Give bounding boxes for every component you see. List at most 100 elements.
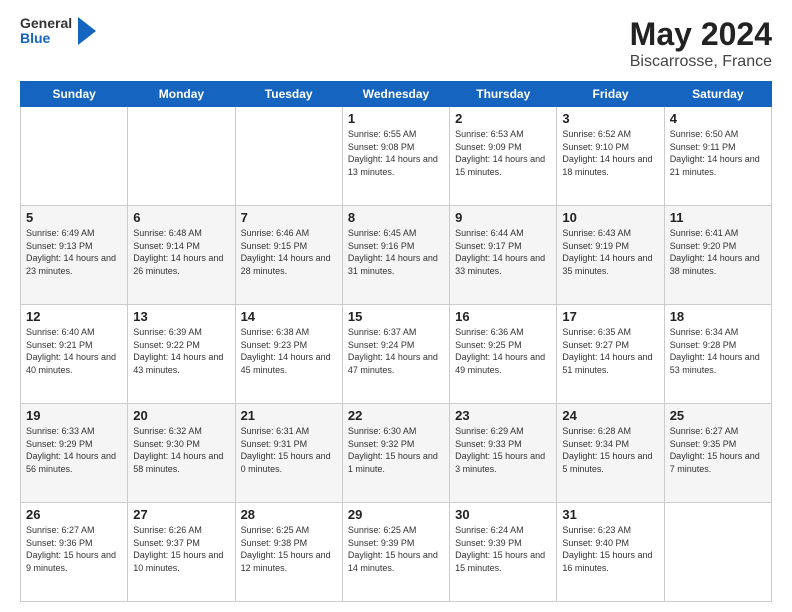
day-info: Sunrise: 6:26 AM Sunset: 9:37 PM Dayligh…: [133, 524, 229, 574]
day-info: Sunrise: 6:48 AM Sunset: 9:14 PM Dayligh…: [133, 227, 229, 277]
calendar-cell-3-6: 25 Sunrise: 6:27 AM Sunset: 9:35 PM Dayli…: [664, 404, 771, 503]
day-number: 11: [670, 210, 766, 225]
header: General Blue May 2024 Biscarrosse, Franc…: [20, 16, 772, 71]
day-number: 5: [26, 210, 122, 225]
day-number: 23: [455, 408, 551, 423]
day-info: Sunrise: 6:49 AM Sunset: 9:13 PM Dayligh…: [26, 227, 122, 277]
calendar-cell-0-0: [21, 107, 128, 206]
calendar-title: May 2024: [630, 16, 772, 53]
day-number: 21: [241, 408, 337, 423]
calendar-cell-4-4: 30 Sunrise: 6:24 AM Sunset: 9:39 PM Dayli…: [450, 503, 557, 602]
day-info: Sunrise: 6:44 AM Sunset: 9:17 PM Dayligh…: [455, 227, 551, 277]
week-row-2: 12Sunrise: 6:40 AM Sunset: 9:21 PM Dayli…: [21, 305, 772, 404]
calendar-cell-4-0: 26 Sunrise: 6:27 AM Sunset: 9:36 PM Dayli…: [21, 503, 128, 602]
calendar-cell-1-1: 6 Sunrise: 6:48 AM Sunset: 9:14 PM Daylig…: [128, 206, 235, 305]
calendar-cell-3-4: 23 Sunrise: 6:29 AM Sunset: 9:33 PM Dayli…: [450, 404, 557, 503]
logo-arrow-icon: [78, 17, 96, 45]
day-info: Sunrise: 6:45 AM Sunset: 9:16 PM Dayligh…: [348, 227, 444, 277]
calendar-cell-0-5: 3Sunrise: 6:52 AM Sunset: 9:10 PM Daylig…: [557, 107, 664, 206]
calendar-cell-4-6: [664, 503, 771, 602]
calendar-cell-2-6: 18Sunrise: 6:34 AM Sunset: 9:28 PM Dayli…: [664, 305, 771, 404]
calendar-cell-1-5: 10Sunrise: 6:43 AM Sunset: 9:19 PM Dayli…: [557, 206, 664, 305]
col-friday: Friday: [557, 82, 664, 107]
col-tuesday: Tuesday: [235, 82, 342, 107]
day-number: 30: [455, 507, 551, 522]
day-info: Sunrise: 6:41 AM Sunset: 9:20 PM Dayligh…: [670, 227, 766, 277]
day-number: 13: [133, 309, 229, 324]
week-row-4: 26 Sunrise: 6:27 AM Sunset: 9:36 PM Dayli…: [21, 503, 772, 602]
day-number: 6: [133, 210, 229, 225]
calendar-cell-3-3: 22 Sunrise: 6:30 AM Sunset: 9:32 PM Dayli…: [342, 404, 449, 503]
week-row-3: 19 Sunrise: 6:33 AM Sunset: 9:29 PM Dayli…: [21, 404, 772, 503]
calendar-cell-4-2: 28 Sunrise: 6:25 AM Sunset: 9:38 PM Dayli…: [235, 503, 342, 602]
day-number: 7: [241, 210, 337, 225]
calendar-cell-1-6: 11 Sunrise: 6:41 AM Sunset: 9:20 PM Dayli…: [664, 206, 771, 305]
calendar-cell-2-5: 17 Sunrise: 6:35 AM Sunset: 9:27 PM Dayli…: [557, 305, 664, 404]
calendar-cell-4-1: 27Sunrise: 6:26 AM Sunset: 9:37 PM Dayli…: [128, 503, 235, 602]
col-monday: Monday: [128, 82, 235, 107]
day-info: Sunrise: 6:39 AM Sunset: 9:22 PM Dayligh…: [133, 326, 229, 376]
col-sunday: Sunday: [21, 82, 128, 107]
calendar-cell-0-1: [128, 107, 235, 206]
day-info: Sunrise: 6:27 AM Sunset: 9:36 PM Dayligh…: [26, 524, 122, 574]
week-row-0: 1 Sunrise: 6:55 AM Sunset: 9:08 PM Daylig…: [21, 107, 772, 206]
day-number: 20: [133, 408, 229, 423]
day-number: 26: [26, 507, 122, 522]
day-info: Sunrise: 6:35 AM Sunset: 9:27 PM Dayligh…: [562, 326, 658, 376]
day-number: 1: [348, 111, 444, 126]
calendar-cell-0-3: 1 Sunrise: 6:55 AM Sunset: 9:08 PM Daylig…: [342, 107, 449, 206]
day-info: Sunrise: 6:55 AM Sunset: 9:08 PM Dayligh…: [348, 128, 444, 178]
day-info: Sunrise: 6:53 AM Sunset: 9:09 PM Dayligh…: [455, 128, 551, 178]
calendar-cell-0-2: [235, 107, 342, 206]
day-info: Sunrise: 6:46 AM Sunset: 9:15 PM Dayligh…: [241, 227, 337, 277]
day-info: Sunrise: 6:34 AM Sunset: 9:28 PM Dayligh…: [670, 326, 766, 376]
calendar-cell-3-5: 24 Sunrise: 6:28 AM Sunset: 9:34 PM Dayli…: [557, 404, 664, 503]
logo-blue: Blue: [20, 31, 72, 46]
day-info: Sunrise: 6:24 AM Sunset: 9:39 PM Dayligh…: [455, 524, 551, 574]
calendar-subtitle: Biscarrosse, France: [630, 53, 772, 71]
day-number: 25: [670, 408, 766, 423]
day-info: Sunrise: 6:37 AM Sunset: 9:24 PM Dayligh…: [348, 326, 444, 376]
calendar-cell-1-3: 8Sunrise: 6:45 AM Sunset: 9:16 PM Daylig…: [342, 206, 449, 305]
calendar-cell-2-1: 13 Sunrise: 6:39 AM Sunset: 9:22 PM Dayli…: [128, 305, 235, 404]
day-number: 2: [455, 111, 551, 126]
calendar-cell-1-4: 9 Sunrise: 6:44 AM Sunset: 9:17 PM Daylig…: [450, 206, 557, 305]
day-info: Sunrise: 6:33 AM Sunset: 9:29 PM Dayligh…: [26, 425, 122, 475]
day-number: 14: [241, 309, 337, 324]
day-info: Sunrise: 6:36 AM Sunset: 9:25 PM Dayligh…: [455, 326, 551, 376]
day-info: Sunrise: 6:40 AM Sunset: 9:21 PM Dayligh…: [26, 326, 122, 376]
day-info: Sunrise: 6:29 AM Sunset: 9:33 PM Dayligh…: [455, 425, 551, 475]
week-row-1: 5 Sunrise: 6:49 AM Sunset: 9:13 PM Daylig…: [21, 206, 772, 305]
day-info: Sunrise: 6:27 AM Sunset: 9:35 PM Dayligh…: [670, 425, 766, 475]
calendar-cell-3-1: 20Sunrise: 6:32 AM Sunset: 9:30 PM Dayli…: [128, 404, 235, 503]
calendar-cell-1-2: 7 Sunrise: 6:46 AM Sunset: 9:15 PM Daylig…: [235, 206, 342, 305]
day-info: Sunrise: 6:30 AM Sunset: 9:32 PM Dayligh…: [348, 425, 444, 475]
calendar-header-row: Sunday Monday Tuesday Wednesday Thursday…: [21, 82, 772, 107]
day-number: 28: [241, 507, 337, 522]
day-number: 16: [455, 309, 551, 324]
col-saturday: Saturday: [664, 82, 771, 107]
day-number: 15: [348, 309, 444, 324]
day-number: 19: [26, 408, 122, 423]
logo-text: General Blue: [20, 16, 72, 47]
col-wednesday: Wednesday: [342, 82, 449, 107]
day-number: 17: [562, 309, 658, 324]
day-number: 24: [562, 408, 658, 423]
day-number: 9: [455, 210, 551, 225]
calendar-cell-0-4: 2 Sunrise: 6:53 AM Sunset: 9:09 PM Daylig…: [450, 107, 557, 206]
calendar-cell-2-3: 15 Sunrise: 6:37 AM Sunset: 9:24 PM Dayli…: [342, 305, 449, 404]
logo: General Blue: [20, 16, 96, 47]
calendar-cell-4-3: 29Sunrise: 6:25 AM Sunset: 9:39 PM Dayli…: [342, 503, 449, 602]
calendar-cell-1-0: 5 Sunrise: 6:49 AM Sunset: 9:13 PM Daylig…: [21, 206, 128, 305]
day-info: Sunrise: 6:52 AM Sunset: 9:10 PM Dayligh…: [562, 128, 658, 178]
logo-general: General: [20, 16, 72, 31]
calendar-cell-3-0: 19 Sunrise: 6:33 AM Sunset: 9:29 PM Dayli…: [21, 404, 128, 503]
title-block: May 2024 Biscarrosse, France: [630, 16, 772, 71]
day-info: Sunrise: 6:25 AM Sunset: 9:38 PM Dayligh…: [241, 524, 337, 574]
day-number: 22: [348, 408, 444, 423]
day-info: Sunrise: 6:28 AM Sunset: 9:34 PM Dayligh…: [562, 425, 658, 475]
calendar-cell-2-4: 16 Sunrise: 6:36 AM Sunset: 9:25 PM Dayli…: [450, 305, 557, 404]
day-info: Sunrise: 6:23 AM Sunset: 9:40 PM Dayligh…: [562, 524, 658, 574]
day-info: Sunrise: 6:50 AM Sunset: 9:11 PM Dayligh…: [670, 128, 766, 178]
calendar-cell-2-2: 14Sunrise: 6:38 AM Sunset: 9:23 PM Dayli…: [235, 305, 342, 404]
